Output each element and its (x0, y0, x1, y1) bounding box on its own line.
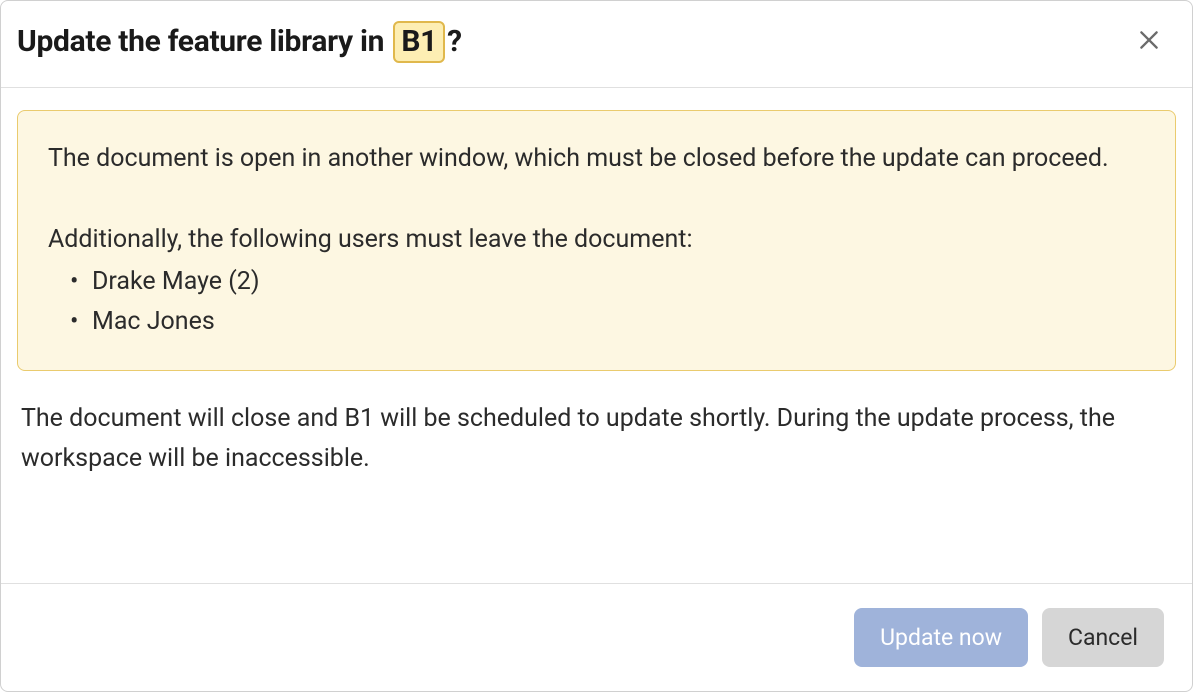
warning-message: The document is open in another window, … (48, 139, 1145, 179)
close-button[interactable] (1130, 21, 1168, 62)
workspace-badge: B1 (393, 21, 445, 63)
warning-panel: The document is open in another window, … (17, 110, 1176, 372)
dialog-footer: Update now Cancel (1, 583, 1192, 691)
update-library-dialog: Update the feature library in B1? The do… (0, 0, 1193, 692)
list-item: Mac Jones (70, 302, 1145, 342)
dialog-body: The document is open in another window, … (1, 88, 1192, 584)
title-suffix: ? (447, 24, 462, 59)
dialog-header: Update the feature library in B1? (1, 1, 1192, 88)
dialog-title: Update the feature library in B1? (17, 21, 462, 63)
explanation-text: The document will close and B1 will be s… (17, 399, 1176, 479)
list-item: Drake Maye (2) (70, 262, 1145, 302)
title-prefix: Update the feature library in (17, 24, 384, 59)
update-now-button[interactable]: Update now (854, 608, 1028, 667)
cancel-button[interactable]: Cancel (1042, 608, 1164, 667)
close-icon (1136, 27, 1162, 56)
spacer (48, 179, 1145, 221)
warning-users-heading: Additionally, the following users must l… (48, 221, 1145, 259)
user-list: Drake Maye (2) Mac Jones (48, 262, 1145, 342)
